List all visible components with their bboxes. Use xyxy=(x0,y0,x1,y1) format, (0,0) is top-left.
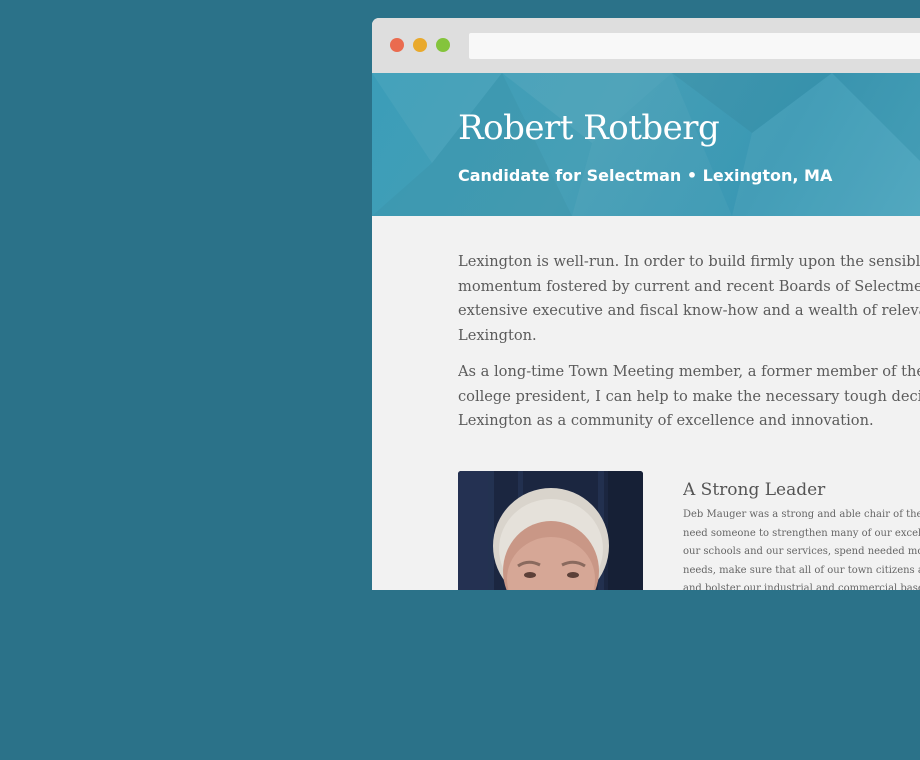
intro-paragraph-1-line-4: Lexington. xyxy=(458,326,537,344)
section-body-line-2: need someone to strengthen many of our e… xyxy=(683,527,920,539)
address-bar[interactable] xyxy=(469,33,920,59)
intro-paragraph-1-line-2: momentum fostered by current and recent … xyxy=(458,277,920,295)
maximize-window-button[interactable] xyxy=(436,38,450,52)
window-titlebar xyxy=(372,18,920,73)
section-heading: A Strong Leader xyxy=(683,480,826,500)
intro-paragraph-2-line-3: Lexington as a community of excellence a… xyxy=(458,412,874,429)
close-window-button[interactable] xyxy=(390,38,404,52)
candidate-photo xyxy=(458,471,643,590)
minimize-window-button[interactable] xyxy=(413,38,427,52)
portrait-image xyxy=(458,471,643,590)
page-title: Robert Rotberg xyxy=(458,108,720,148)
section-body-line-5: and bolster our industrial and commercia… xyxy=(683,583,920,590)
intro-paragraph-1-line-3: extensive executive and fiscal know-how … xyxy=(458,302,920,319)
section-body-line-1: Deb Mauger was a strong and able chair o… xyxy=(683,509,920,520)
intro-paragraph-2-line-2: college president, I can help to make th… xyxy=(458,387,920,405)
intro-paragraph-1: Lexington is well-run. In order to build… xyxy=(458,250,920,348)
section-body-line-3: our schools and our services, spend need… xyxy=(683,546,920,557)
section-body-line-4: needs, make sure that all of our town ci… xyxy=(683,564,920,576)
intro-content: Lexington is well-run. In order to build… xyxy=(458,250,920,446)
intro-paragraph-1-line-1: Lexington is well-run. In order to build… xyxy=(458,253,920,270)
intro-paragraph-2-line-1: As a long-time Town Meeting member, a fo… xyxy=(458,363,920,380)
intro-paragraph-2: As a long-time Town Meeting member, a fo… xyxy=(458,360,920,434)
section-body: Deb Mauger was a strong and able chair o… xyxy=(683,506,920,590)
page-subtitle: Candidate for Selectman • Lexington, MA xyxy=(458,166,833,185)
strong-leader-text: A Strong Leader Deb Mauger was a strong … xyxy=(683,480,920,590)
